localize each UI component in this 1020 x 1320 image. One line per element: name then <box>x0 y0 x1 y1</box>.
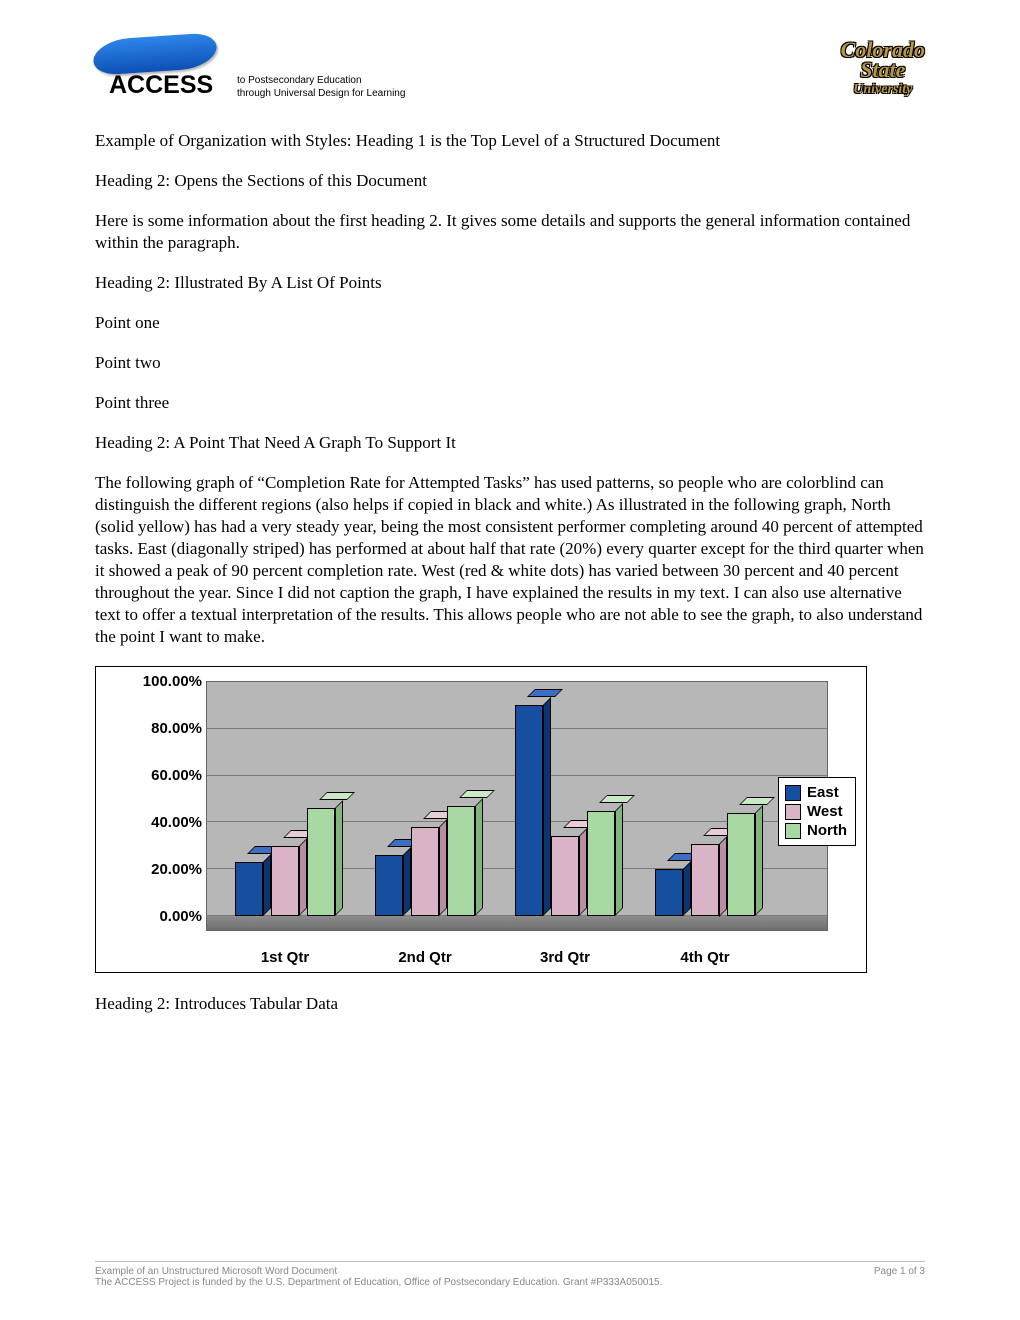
legend-swatch-west <box>785 804 801 820</box>
x-tick: 2nd Qtr <box>358 949 492 966</box>
heading-2-graph: Heading 2: A Point That Need A Graph To … <box>95 432 925 454</box>
bar-chart: 100.00% 80.00% 60.00% 40.00% 20.00% 0.00… <box>95 666 867 973</box>
list-item: Point one <box>95 312 925 334</box>
access-logo: ACCESS to Postsecondary Education throug… <box>95 40 405 100</box>
x-tick: 1st Qtr <box>218 949 352 966</box>
csu-logo: Colorado State University <box>841 40 925 100</box>
y-tick: 20.00% <box>116 861 202 878</box>
x-tick: 3rd Qtr <box>498 949 632 966</box>
paragraph-intro: Here is some information about the first… <box>95 210 925 254</box>
chart-legend: East West North <box>778 777 856 846</box>
legend-swatch-east <box>785 785 801 801</box>
list-item: Point two <box>95 352 925 374</box>
access-wordmark: ACCESS <box>109 71 213 100</box>
footer-page: Page 1 of 3 <box>874 1266 925 1277</box>
page-footer: Example of an Unstructured Microsoft Wor… <box>95 1261 925 1288</box>
heading-2-open: Heading 2: Opens the Sections of this Do… <box>95 170 925 192</box>
legend-label: East <box>807 784 839 801</box>
legend-label: West <box>807 803 843 820</box>
access-kite-icon: ACCESS <box>95 40 225 100</box>
bar-group-q4 <box>645 682 765 916</box>
y-tick: 0.00% <box>116 908 202 925</box>
footer-title: Example of an Unstructured Microsoft Wor… <box>95 1266 337 1277</box>
paragraph-graph: The following graph of “Completion Rate … <box>95 472 925 648</box>
bar-group-q3 <box>505 682 625 916</box>
chart-floor <box>207 915 827 930</box>
footer-grant: The ACCESS Project is funded by the U.S.… <box>95 1277 925 1288</box>
header-logos: ACCESS to Postsecondary Education throug… <box>95 40 925 100</box>
y-tick: 60.00% <box>116 767 202 784</box>
chart-plot-area <box>206 681 828 931</box>
y-tick: 100.00% <box>116 673 202 690</box>
heading-2-table: Heading 2: Introduces Tabular Data <box>95 993 925 1015</box>
list-item: Point three <box>95 392 925 414</box>
y-tick: 80.00% <box>116 720 202 737</box>
legend-label: North <box>807 822 847 839</box>
heading-2-list: Heading 2: Illustrated By A List Of Poin… <box>95 272 925 294</box>
heading-1: Example of Organization with Styles: Hea… <box>95 130 925 152</box>
bar-group-q2 <box>365 682 485 916</box>
y-tick: 40.00% <box>116 814 202 831</box>
legend-swatch-north <box>785 823 801 839</box>
x-tick: 4th Qtr <box>638 949 772 966</box>
access-tagline: to Postsecondary Education through Unive… <box>237 74 405 100</box>
bar-group-q1 <box>225 682 345 916</box>
